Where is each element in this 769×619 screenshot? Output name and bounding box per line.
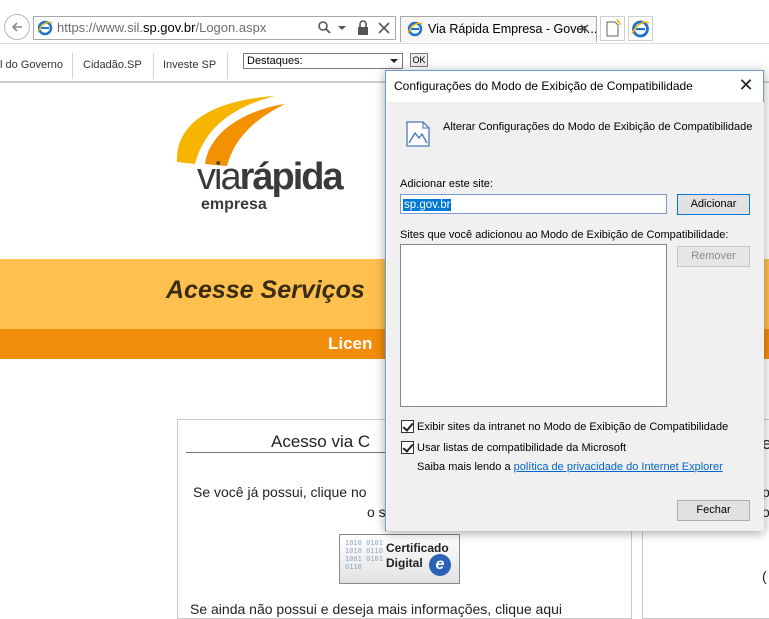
compatibility-dialog: Configurações do Modo de Exibição de Com… [385, 70, 764, 531]
add-site-label: Adicionar este site: [400, 178, 493, 190]
site-list-label: Sites que você adicionou ao Modo de Exib… [400, 229, 729, 241]
logo-subtitle: empresa [201, 196, 267, 213]
ie-home-button[interactable] [628, 16, 653, 41]
chevron-down-icon [390, 59, 398, 63]
card-divider [186, 452, 396, 453]
new-tab-button[interactable] [600, 16, 625, 41]
close-icon[interactable]: ✕ [729, 71, 763, 101]
lock-icon[interactable] [357, 20, 371, 36]
close-button[interactable]: Fechar [677, 500, 750, 521]
new-tab-icon [606, 18, 621, 37]
nav-link-investe[interactable]: Investe SP [163, 59, 216, 71]
cert-label-2: Digital [386, 556, 423, 570]
nav-link-cidadao[interactable]: Cidadão.SP [83, 59, 142, 71]
compatibility-icon [406, 121, 430, 147]
card-bottom-text: Se ainda não possui e deseja mais inform… [190, 601, 563, 617]
card-text-cont: o s [367, 504, 386, 520]
e-cert-icon: e [429, 554, 451, 576]
dialog-heading: Alterar Configurações do Modo de Exibiçã… [443, 121, 753, 133]
via-rapida-logo[interactable]: viarápida empresa [165, 92, 365, 222]
destaques-value: Destaques: [247, 55, 303, 67]
ie-logo-icon [407, 21, 423, 37]
tab-title: Via Rápida Empresa - Gover... [428, 22, 598, 36]
dialog-title: Configurações do Modo de Exibição de Com… [394, 79, 693, 93]
certificado-digital-button[interactable]: 1010 0101 1010 0110 1001 0101 0110 Certi… [339, 534, 460, 584]
site-input[interactable]: sp.gov.br [400, 194, 667, 214]
logo-wordmark: viarápida [197, 156, 344, 198]
browser-tab[interactable]: Via Rápida Empresa - Gover... ✕ [400, 16, 597, 42]
card-title: Acesso via C [271, 432, 371, 451]
add-button[interactable]: Adicionar [677, 194, 750, 215]
ok-button[interactable]: OK [410, 53, 428, 67]
card2-text-d: ( [762, 568, 767, 584]
ie-logo-icon [37, 20, 53, 36]
remove-button[interactable]: Remover [677, 246, 750, 267]
site-list[interactable] [400, 244, 667, 407]
intranet-checkbox-row[interactable]: Exibir sites da intranet no Modo de Exib… [401, 420, 728, 433]
card-text: Se você já possui, clique no [193, 484, 367, 500]
intranet-checkbox[interactable] [401, 420, 414, 433]
url-text: https://www.sil.sp.gov.br/Logon.aspx [57, 20, 267, 35]
microsoft-list-checkbox-label: Usar listas de compatibilidade da Micros… [417, 442, 627, 454]
destaques-select[interactable]: Destaques: [243, 53, 403, 69]
tab-close-icon[interactable]: ✕ [579, 21, 590, 37]
ie-logo-icon [631, 20, 650, 38]
back-arrow-icon [11, 22, 22, 32]
privacy-policy-link[interactable]: política de privacidade do Internet Expl… [514, 461, 723, 473]
microsoft-list-checkbox-row[interactable]: Usar listas de compatibilidade da Micros… [401, 441, 626, 454]
binary-digits: 1010 0101 1010 0110 1001 0101 0110 [345, 539, 383, 571]
cert-label-1: Certificado [386, 541, 449, 555]
dialog-body: Alterar Configurações do Modo de Exibiçã… [387, 102, 764, 531]
learn-more-text: Saiba mais lendo a política de privacida… [417, 461, 723, 473]
refresh-icon[interactable] [377, 20, 391, 36]
banner-title: Acesse Serviços [166, 276, 365, 304]
microsoft-list-checkbox[interactable] [401, 441, 414, 454]
dropdown-icon[interactable] [337, 20, 351, 36]
nav-link-governo[interactable]: l do Governo [0, 59, 63, 71]
site-input-value: sp.gov.br [403, 199, 452, 211]
back-button[interactable] [4, 14, 30, 40]
intranet-checkbox-label: Exibir sites da intranet no Modo de Exib… [417, 421, 729, 433]
search-icon[interactable] [317, 20, 331, 36]
learn-more-prefix: Saiba mais lendo a [417, 461, 514, 473]
banner-subtitle: Licen [328, 334, 373, 353]
address-bar[interactable]: https://www.sil.sp.gov.br/Logon.aspx [33, 16, 396, 40]
browser-chrome: https://www.sil.sp.gov.br/Logon.aspx Via… [0, 0, 769, 44]
